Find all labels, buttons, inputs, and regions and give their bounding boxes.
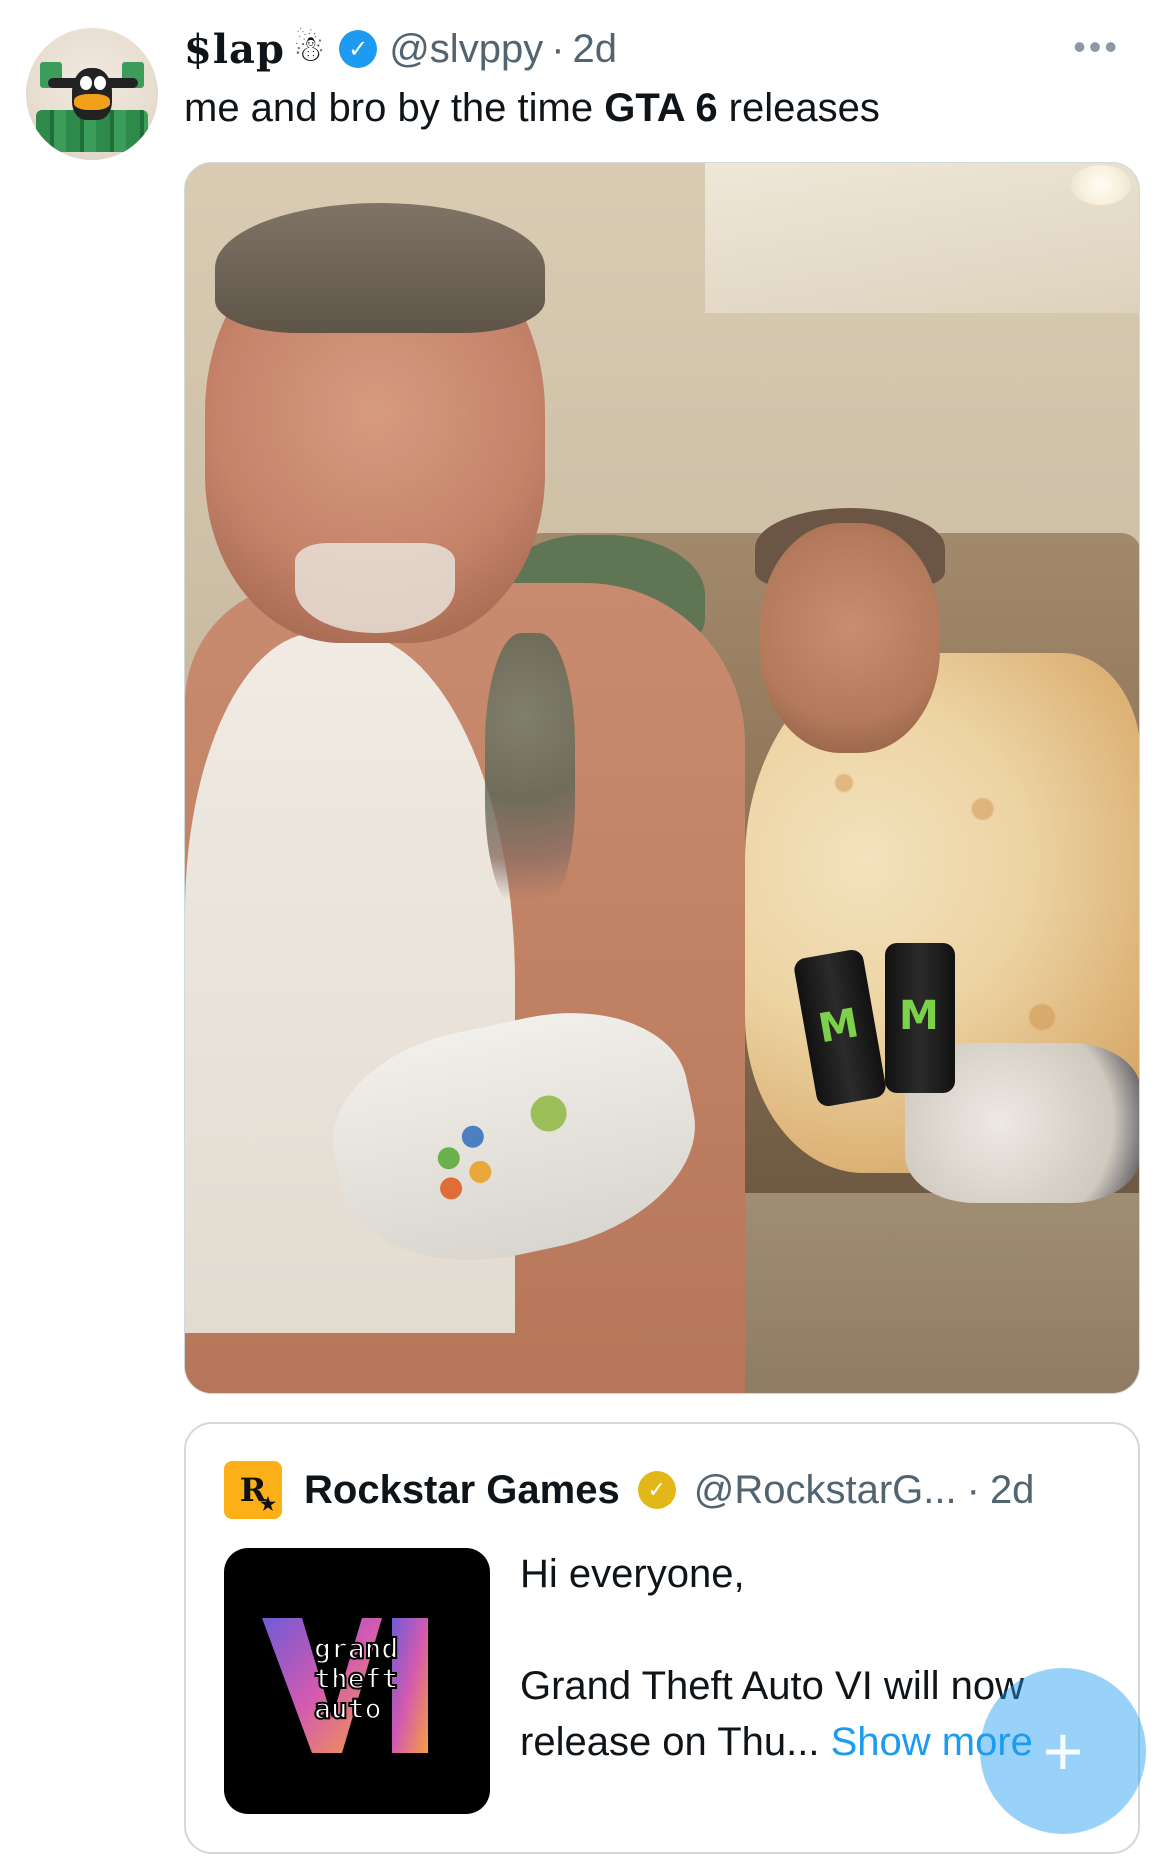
post-text-part1: me and bro by the time [184, 86, 605, 130]
quoted-line-1: Hi everyone, [520, 1552, 745, 1596]
snowman-emoji: ☃ [292, 28, 326, 69]
author-handle[interactable]: @slvppy [389, 27, 543, 72]
thumb-word-auto: auto [314, 1692, 381, 1725]
verified-badge-icon[interactable]: ✓ [339, 30, 378, 68]
photo-beard [295, 543, 455, 633]
compose-fab-button[interactable]: + [980, 1668, 1146, 1834]
photo-ceiling-light [1071, 165, 1131, 205]
quoted-display-name[interactable]: Rockstar Games [304, 1468, 620, 1513]
post-text-part2: releases [717, 86, 880, 130]
quoted-author-row: R ★ Rockstar Games ✓ @RockstarG... · 2d [224, 1460, 1034, 1520]
quoted-separator-dot: · [966, 1467, 980, 1512]
controller-button-red [438, 1175, 465, 1202]
photo-energy-can-2 [885, 943, 955, 1093]
more-options-icon[interactable]: ••• [1073, 26, 1120, 68]
gold-verified-badge-icon[interactable]: ✓ [637, 1471, 676, 1509]
post-photo[interactable] [184, 162, 1140, 1394]
author-display-name[interactable]: $lap [184, 26, 285, 73]
gta6-thumbnail[interactable]: grand theft auto [224, 1548, 490, 1814]
quoted-blank-line [520, 1602, 1110, 1658]
rockstar-logo-icon[interactable]: R ★ [224, 1461, 282, 1519]
author-row: $lap ☃ ✓ @slvppy · 2d [184, 24, 617, 74]
plus-icon: + [1042, 1712, 1084, 1790]
controller-button-green [435, 1145, 462, 1172]
avatar-eye-right [94, 76, 106, 90]
photo-man1-hair [215, 203, 545, 333]
quoted-time[interactable]: 2d [990, 1468, 1035, 1513]
thumb-word-grand: grand [314, 1632, 398, 1665]
quoted-handle[interactable]: @RockstarG... [694, 1468, 957, 1513]
post-text-bold: GTA 6 [604, 86, 718, 130]
controller-guide-button [527, 1092, 570, 1135]
post-time[interactable]: 2d [573, 27, 618, 72]
photo-tattoo [485, 633, 575, 913]
controller-button-blue [459, 1123, 486, 1150]
tweet-screen: $lap ☃ ✓ @slvppy · 2d ••• me and bro by … [0, 0, 1170, 1860]
rockstar-logo-star: ★ [259, 1494, 276, 1515]
avatar-eye-left [80, 76, 92, 90]
thumb-word-theft: theft [314, 1662, 398, 1695]
separator-dot: · [551, 26, 565, 71]
controller-button-yellow [467, 1158, 494, 1186]
post-text: me and bro by the time GTA 6 releases [184, 84, 880, 132]
avatar-beak [74, 94, 110, 110]
gta-vi-logo: grand theft auto [262, 1618, 428, 1753]
author-avatar[interactable] [26, 28, 158, 160]
photo-man2-head [760, 523, 940, 753]
